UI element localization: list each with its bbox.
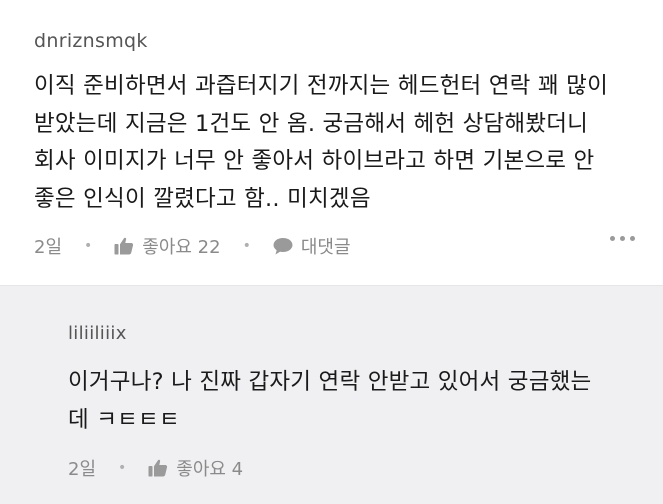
thumbs-up-icon: [148, 459, 168, 477]
like-button[interactable]: 좋아요 22: [114, 233, 221, 259]
reply-author[interactable]: liliiliiix: [68, 323, 127, 344]
reply-like-button[interactable]: 좋아요 4: [148, 455, 243, 481]
separator-dot: •: [84, 238, 93, 254]
reply-button[interactable]: 대댓글: [273, 233, 351, 259]
separator-dot: •: [242, 238, 251, 254]
reply-text: 이거구나? 나 진짜 갑자기 연락 안받고 있어서 궁금했는 데 ㅋㅌㅌㅌ: [68, 369, 592, 433]
thumbs-up-icon: [114, 237, 134, 255]
reply-like-count-label: 좋아요 4: [176, 459, 244, 480]
comment-text: 이직 준비하면서 과즙터지기 전까지는 헤드헌터 연락 꽤 많이 받았는데 지금…: [34, 73, 608, 212]
reply-label: 대댓글: [300, 237, 351, 258]
reply-time: 2일: [68, 459, 97, 480]
separator-dot: •: [118, 460, 127, 476]
comment-time: 2일: [34, 237, 63, 258]
comment: dnriznsmqk 이직 준비하면서 과즙터지기 전까지는 헤드헌터 연락 꽤…: [0, 0, 663, 285]
speech-bubble-icon: [273, 238, 293, 255]
comment-meta: 2일 • 좋아요 22 • 대댓글: [34, 232, 351, 260]
reply-meta: 2일 • 좋아요 4: [68, 454, 243, 482]
reply-comment: liliiliiix 이거구나? 나 진짜 갑자기 연락 안받고 있어서 궁금했…: [0, 285, 663, 504]
more-options-icon[interactable]: [610, 236, 635, 241]
comment-author[interactable]: dnriznsmqk: [34, 30, 148, 52]
like-count-label: 좋아요 22: [142, 237, 221, 258]
